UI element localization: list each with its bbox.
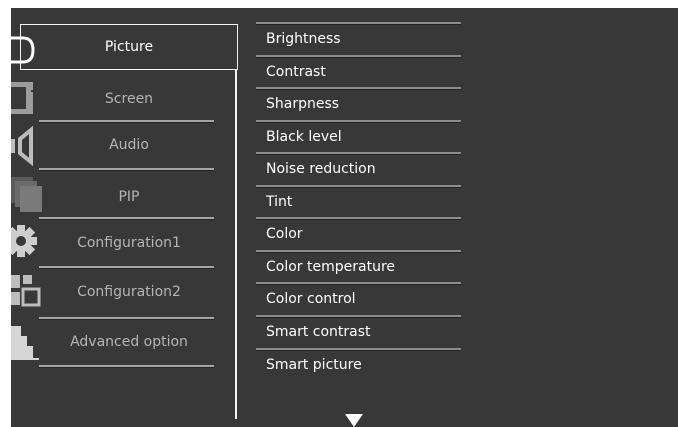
submenu-separator	[256, 22, 461, 25]
picture-icon	[11, 30, 45, 70]
menu-item-label: Audio	[109, 137, 149, 153]
submenu-item-noise-reduction[interactable]: Noise reduction	[266, 161, 466, 177]
menu-item-label: Advanced option	[70, 334, 188, 350]
submenu-separator	[256, 185, 461, 188]
configuration2-icon	[11, 271, 45, 311]
menu-separator	[39, 266, 214, 269]
submenu-item-color-temperature[interactable]: Color temperature	[266, 259, 466, 275]
submenu-separator	[256, 282, 461, 285]
osd-menu: Picture Screen Audio PIP Configuration1 …	[5, 8, 678, 427]
submenu-separator	[256, 250, 461, 253]
menu-item-picture[interactable]: Picture	[20, 24, 238, 70]
menu-separator	[39, 217, 214, 220]
submenu-item-contrast[interactable]: Contrast	[266, 64, 466, 80]
menu-item-audio[interactable]: Audio	[20, 122, 238, 168]
advanced-option-icon	[11, 322, 45, 362]
submenu-separator	[256, 87, 461, 90]
menu-item-advanced-option[interactable]: Advanced option	[20, 319, 238, 365]
menu-item-label: Configuration1	[77, 235, 181, 251]
menu-item-label: Picture	[104, 39, 154, 55]
submenu-item-color[interactable]: Color	[266, 226, 466, 242]
submenu-item-smart-picture[interactable]: Smart picture	[266, 357, 466, 373]
submenu-separator	[256, 120, 461, 123]
submenu-separator	[256, 348, 461, 351]
submenu-separator	[256, 315, 461, 318]
audio-icon	[11, 125, 45, 167]
submenu-item-brightness[interactable]: Brightness	[266, 31, 466, 47]
menu-item-label: Configuration2	[77, 284, 181, 300]
menu-item-configuration1[interactable]: Configuration1	[20, 220, 238, 266]
down-arrow-icon[interactable]	[345, 414, 363, 427]
menu-divider	[235, 70, 237, 419]
pip-icon	[11, 174, 45, 214]
menu-separator	[39, 365, 214, 368]
screen-icon	[11, 78, 45, 118]
submenu-item-color-control[interactable]: Color control	[266, 291, 466, 307]
submenu-separator	[256, 55, 461, 58]
menu-item-pip[interactable]: PIP	[20, 174, 238, 220]
submenu-separator	[256, 217, 461, 220]
menu-item-label: Screen	[104, 91, 154, 107]
submenu-item-black-level[interactable]: Black level	[266, 129, 466, 145]
submenu-separator	[256, 152, 461, 155]
menu-item-screen[interactable]: Screen	[20, 76, 238, 122]
menu-item-label: PIP	[118, 189, 140, 205]
menu-separator	[39, 168, 214, 171]
submenu-item-sharpness[interactable]: Sharpness	[266, 96, 466, 112]
submenu-item-tint[interactable]: Tint	[266, 194, 466, 210]
submenu-item-smart-contrast[interactable]: Smart contrast	[266, 324, 466, 340]
menu-item-configuration2[interactable]: Configuration2	[20, 269, 238, 315]
configuration1-icon	[5, 221, 45, 261]
